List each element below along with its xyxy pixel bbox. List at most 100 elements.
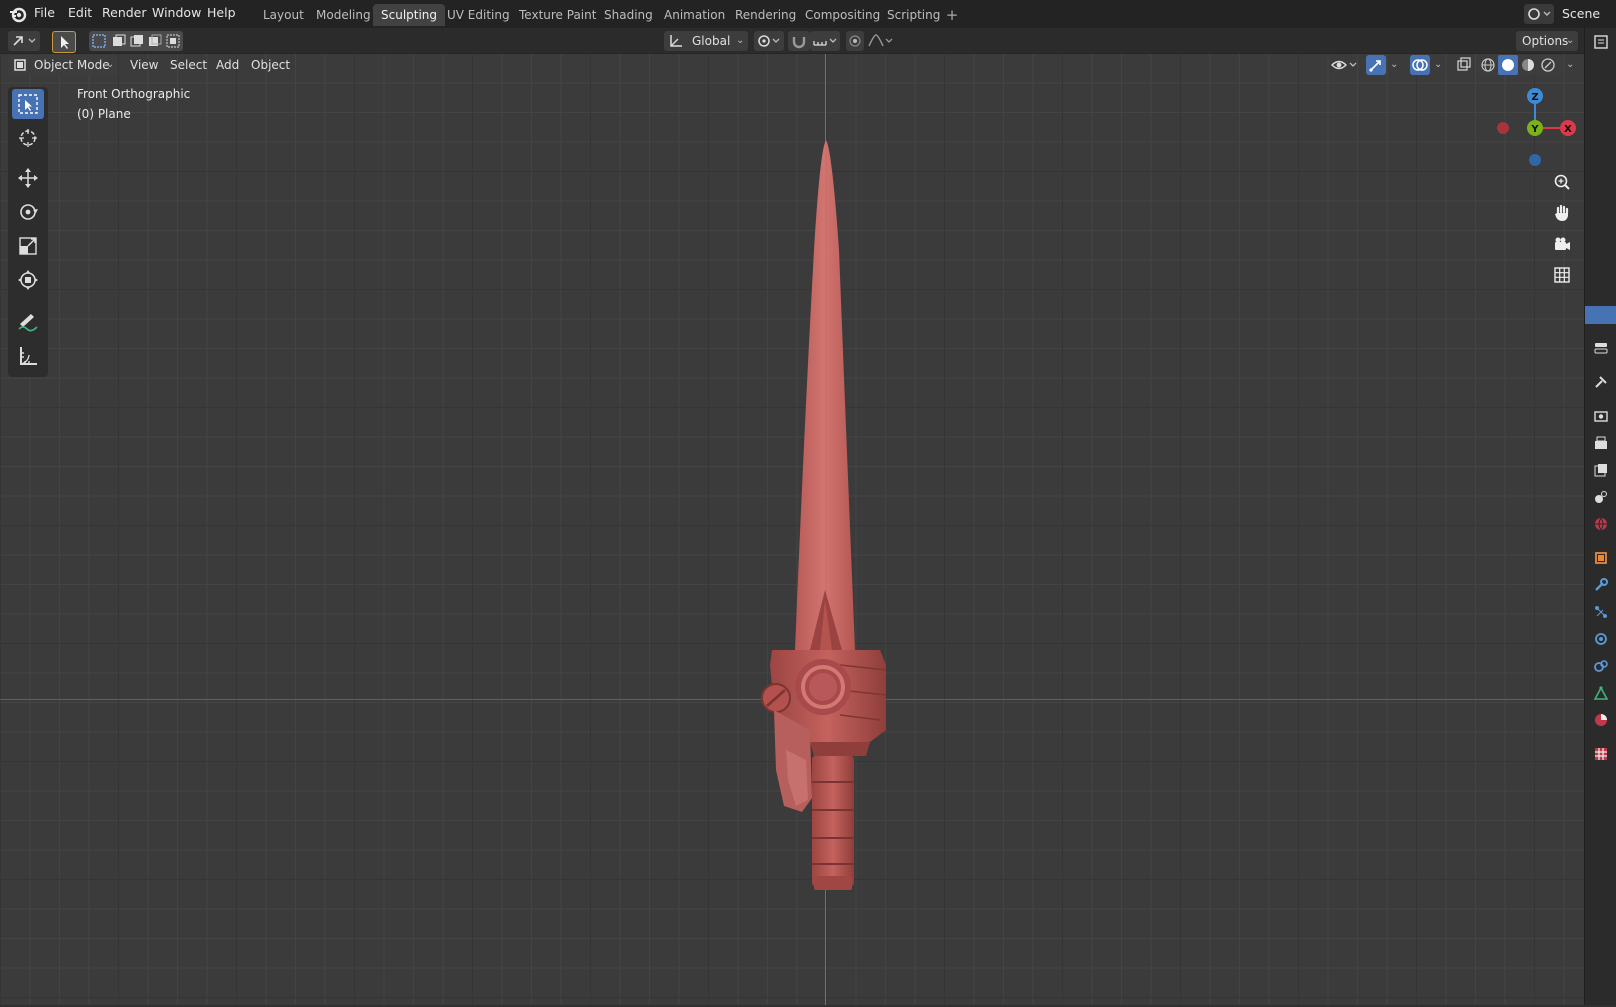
material-icon[interactable] xyxy=(1593,712,1609,728)
top-bar: File Edit Render Window Help Layout Mode… xyxy=(0,0,1616,28)
tab-modeling[interactable]: Modeling xyxy=(308,4,379,26)
world-properties-icon[interactable] xyxy=(1593,516,1609,532)
tab-rendering[interactable]: Rendering xyxy=(727,4,804,26)
transform-orientation-dropdown[interactable]: Global ⌄ xyxy=(664,31,748,51)
gizmo-toggle[interactable] xyxy=(1366,55,1386,75)
render-properties-icon[interactable] xyxy=(1593,408,1609,424)
sword-model[interactable] xyxy=(740,130,910,920)
pivot-point-dropdown[interactable] xyxy=(754,31,784,51)
annotate-icon xyxy=(18,314,38,332)
chevron-down-icon: ⌄ xyxy=(736,35,745,46)
xray-toggle[interactable] xyxy=(1454,55,1474,75)
tab-layout[interactable]: Layout xyxy=(255,4,312,26)
cursor-tool[interactable] xyxy=(12,123,44,153)
menu-window[interactable]: Window xyxy=(152,0,201,28)
proportional-edit-toggle[interactable] xyxy=(846,31,864,51)
menu-object[interactable]: Object xyxy=(245,55,296,75)
zoom-icon xyxy=(1554,174,1570,190)
tab-shading[interactable]: Shading xyxy=(596,4,661,26)
annotate-tool[interactable] xyxy=(12,307,44,337)
menu-add[interactable]: Add xyxy=(210,55,245,75)
ortho-toggle-button[interactable] xyxy=(1547,262,1577,288)
zoom-button[interactable] xyxy=(1547,169,1577,195)
tab-uv-editing[interactable]: UV Editing xyxy=(439,4,518,26)
chevron-down-icon: ⌄ xyxy=(1434,59,1443,70)
add-workspace-button[interactable]: + xyxy=(942,4,962,26)
tab-animation[interactable]: Animation xyxy=(656,4,733,26)
outliner-icon[interactable] xyxy=(1593,34,1609,50)
gizmo-dropdown[interactable]: ⌄ xyxy=(1386,55,1402,75)
proportional-edit-icon xyxy=(849,35,861,47)
neg-x-axis-dot[interactable] xyxy=(1497,122,1509,134)
shading-dropdown[interactable]: ⌄ xyxy=(1562,55,1578,75)
menu-edit[interactable]: Edit xyxy=(68,0,92,28)
material-shading-icon[interactable] xyxy=(1520,57,1536,73)
xray-icon xyxy=(1457,57,1471,71)
modifier-wrench-icon[interactable] xyxy=(1593,577,1609,593)
scene-selector-button[interactable] xyxy=(1524,4,1554,24)
falloff-dropdown[interactable] xyxy=(866,31,896,51)
menu-file[interactable]: File xyxy=(34,0,55,28)
chevron-down-icon: ⌄ xyxy=(106,59,115,70)
tab-compositing[interactable]: Compositing xyxy=(797,4,888,26)
select-intersect-icon[interactable] xyxy=(165,33,181,49)
neg-z-axis-dot[interactable] xyxy=(1529,154,1541,166)
snap-toggle[interactable] xyxy=(788,31,810,51)
menu-render[interactable]: Render xyxy=(102,0,147,28)
menu-view[interactable]: View xyxy=(124,55,164,75)
eye-icon xyxy=(1331,60,1357,70)
mode-dropdown[interactable]: Object Mode ⌄ xyxy=(8,55,118,75)
select-extend-icon[interactable] xyxy=(111,33,127,49)
overlay-dropdown[interactable]: ⌄ xyxy=(1430,55,1446,75)
tab-texture-paint[interactable]: Texture Paint xyxy=(511,4,604,26)
pan-button[interactable] xyxy=(1547,200,1577,226)
solid-shading-button[interactable] xyxy=(1498,55,1518,75)
output-properties-icon[interactable] xyxy=(1593,435,1609,451)
texture-icon[interactable] xyxy=(1593,746,1609,762)
tab-scripting[interactable]: Scripting xyxy=(879,4,948,26)
blender-logo-icon[interactable] xyxy=(8,4,28,24)
measure-tool[interactable] xyxy=(12,341,44,371)
tool-settings-icon[interactable] xyxy=(1593,340,1609,356)
cursor-icon xyxy=(19,129,37,147)
scene-properties-icon[interactable] xyxy=(1593,489,1609,505)
object-properties-icon[interactable] xyxy=(1593,550,1609,566)
solid-shading-icon xyxy=(1502,59,1514,71)
view-layer-icon[interactable] xyxy=(1593,462,1609,478)
editor-type-button[interactable] xyxy=(8,31,40,51)
constraints-icon[interactable] xyxy=(1593,658,1609,674)
options-dropdown[interactable]: Options ⌄ xyxy=(1516,31,1578,51)
rotate-icon xyxy=(20,204,38,220)
object-data-icon[interactable] xyxy=(1593,685,1609,701)
editor-type-icon xyxy=(13,36,36,46)
move-tool[interactable] xyxy=(12,163,44,193)
pivot-icon xyxy=(758,35,780,47)
chevron-down-icon: ⌄ xyxy=(1566,59,1575,70)
snap-increment-icon xyxy=(813,38,837,46)
wireframe-shading-icon[interactable] xyxy=(1480,57,1496,73)
tab-sculpting[interactable]: Sculpting xyxy=(373,4,446,26)
scale-tool[interactable] xyxy=(12,231,44,261)
select-invert-icon[interactable] xyxy=(147,33,163,49)
properties-strip xyxy=(1584,28,1616,1005)
visibility-dropdown[interactable] xyxy=(1330,55,1360,75)
menu-select[interactable]: Select xyxy=(164,55,213,75)
view-name: Front Orthographic xyxy=(77,87,191,101)
camera-view-button[interactable] xyxy=(1547,231,1577,257)
physics-icon[interactable] xyxy=(1593,631,1609,647)
snap-target-dropdown[interactable] xyxy=(810,31,840,51)
rotate-tool[interactable] xyxy=(12,197,44,227)
rendered-shading-icon[interactable] xyxy=(1540,57,1556,73)
transform-tool[interactable] xyxy=(12,265,44,295)
tool-icon[interactable] xyxy=(1593,374,1609,390)
select-new-icon[interactable] xyxy=(91,33,107,49)
navigation-gizmo[interactable]: Z X Y xyxy=(1488,86,1576,170)
scene-name[interactable]: Scene xyxy=(1562,2,1600,26)
select-box-tool[interactable] xyxy=(12,89,44,119)
particles-icon[interactable] xyxy=(1593,604,1609,620)
tool-select-button[interactable] xyxy=(52,31,76,53)
select-subtract-icon[interactable] xyxy=(129,33,145,49)
overlay-toggle[interactable] xyxy=(1410,55,1430,75)
menu-help[interactable]: Help xyxy=(207,0,236,28)
scale-icon xyxy=(19,237,37,255)
